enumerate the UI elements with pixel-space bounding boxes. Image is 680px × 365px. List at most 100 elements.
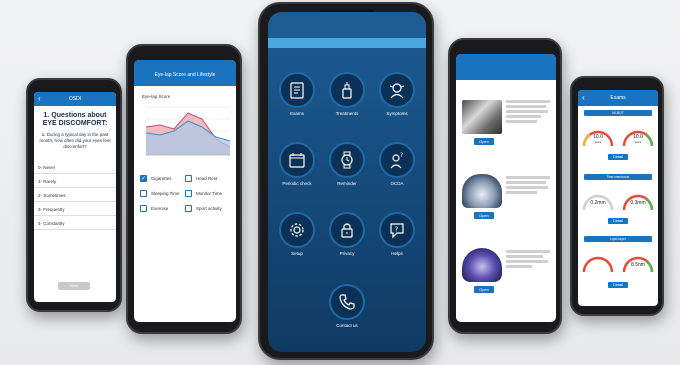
detail-button-label: Detail xyxy=(612,154,624,159)
tile-symptoms[interactable]: Symptoms xyxy=(370,72,424,116)
gauge-value: 10.0 secs xyxy=(586,134,610,144)
answer-option[interactable]: 3- Frequently xyxy=(34,202,116,216)
svg-text:?: ? xyxy=(395,226,399,234)
question-title: 1. Questions about EYE DISCOMFORT: xyxy=(42,112,108,127)
lifestyle-header: Eye-lap Score and Lifestyle xyxy=(134,60,236,86)
phone-lifestyle: Eye-lap Score and Lifestyle Eye-lap Scor… xyxy=(126,44,242,334)
next-button-label: Next xyxy=(69,283,79,288)
gauge-value: 0.3mm xyxy=(626,200,650,206)
calendar-icon xyxy=(289,153,305,168)
tile-periodic-check[interactable]: Periodic check xyxy=(270,142,324,186)
checkbox-sport-activity[interactable]: Sport activity xyxy=(185,201,230,216)
checkbox-exercise[interactable]: Exercise xyxy=(140,201,185,216)
svg-text:?: ? xyxy=(400,152,403,159)
open-button[interactable]: Open xyxy=(474,212,494,219)
tile-label: Exams xyxy=(290,111,304,116)
checkbox-head-rest[interactable]: Head Rest xyxy=(185,171,230,186)
tile-label: Reminder xyxy=(337,181,357,186)
detail-button[interactable]: Detail xyxy=(608,154,628,160)
treatments-circle xyxy=(329,72,365,108)
checkbox-label: Exercise xyxy=(151,206,169,211)
phone-exams: ‹ Exams NI-BUT 10.0 secs 10.0 secs Detai… xyxy=(570,76,664,316)
gauge-value: 8.5nm xyxy=(626,262,650,268)
watch-icon xyxy=(341,151,353,169)
answer-option[interactable]: 1- Rarely xyxy=(34,174,116,188)
lock-icon xyxy=(341,223,353,238)
open-button-label: Open xyxy=(479,213,489,218)
tile-privacy[interactable]: Privacy xyxy=(320,212,374,256)
checkbox-icon xyxy=(185,205,192,212)
tile-label: Periodic check xyxy=(282,181,312,186)
answer-option[interactable]: 0- Never xyxy=(34,160,116,174)
open-button[interactable]: Open xyxy=(474,138,494,145)
detail-button[interactable]: Detail xyxy=(608,218,628,224)
gauge-value: 10.0 secs xyxy=(626,134,650,144)
checkbox-monitor-time[interactable]: Monitor Time xyxy=(185,186,230,201)
tile-label: Helps xyxy=(391,251,403,256)
checkbox-icon xyxy=(140,190,147,197)
gauge-value-text: 0.2mm xyxy=(590,200,606,206)
gauge-unit: secs xyxy=(594,140,602,144)
tile-contact-us[interactable]: Contact us xyxy=(320,284,374,328)
gear-icon xyxy=(290,223,304,237)
section-header: Lipid layer xyxy=(584,236,652,242)
lifestyle-header-title: Eye-lap Score and Lifestyle xyxy=(154,72,216,78)
back-icon[interactable]: ‹ xyxy=(582,94,585,102)
tile-label: OCDA xyxy=(390,181,404,186)
answer-option[interactable]: 2- Sometimes xyxy=(34,188,116,202)
exams-circle xyxy=(279,72,315,108)
section-header: NI-BUT xyxy=(584,110,652,116)
next-button[interactable]: Next xyxy=(58,282,90,290)
tile-helps[interactable]: ? Helps xyxy=(370,212,424,256)
phone-icon xyxy=(339,294,355,310)
clipboard-icon xyxy=(290,82,304,99)
top-bar xyxy=(268,12,426,38)
section-header: Tear meniscus xyxy=(584,174,652,180)
tile-label: Privacy xyxy=(339,251,355,256)
question-text: a. During a typical day in the past mont… xyxy=(39,132,111,149)
gauge-chart xyxy=(582,194,654,211)
tile-reminder[interactable]: Reminder xyxy=(320,142,374,186)
phone-images: Open Open Open xyxy=(448,38,562,334)
symptoms-circle xyxy=(379,72,415,108)
checkbox-cigarettes[interactable]: ✓ Cigarettes xyxy=(140,171,185,186)
images-screen: Open Open Open xyxy=(456,54,556,322)
reminder-circle xyxy=(329,142,365,178)
questionnaire-header-title: OSDI xyxy=(68,96,82,102)
checkbox-icon xyxy=(185,190,192,197)
back-icon[interactable]: ‹ xyxy=(38,95,41,103)
phone-questionnaire: ‹ OSDI 1. Questions about EYE DISCOMFORT… xyxy=(26,78,122,312)
tile-treatments[interactable]: Treatments xyxy=(320,72,374,116)
tile-setup[interactable]: Setup xyxy=(270,212,324,256)
image-description xyxy=(506,250,550,268)
dropper-bottle-icon xyxy=(342,82,352,99)
checkbox-label: Sleeping Time xyxy=(151,191,180,196)
checkbox-label: Cigarettes xyxy=(151,176,172,181)
checkbox-label: Sport activity xyxy=(196,206,222,211)
image-description xyxy=(506,100,550,123)
gauge-chart xyxy=(582,256,654,273)
checkbox-checked-icon: ✓ xyxy=(140,175,147,182)
person-question-icon: ? xyxy=(390,152,403,169)
open-button-label: Open xyxy=(479,139,489,144)
checkbox-label: Monitor Time xyxy=(196,191,223,196)
topography-image-card xyxy=(462,248,502,282)
answer-option[interactable]: 4- Constantly xyxy=(34,216,116,230)
helps-circle: ? xyxy=(379,212,415,248)
checkbox-sleeping-time[interactable]: Sleeping Time xyxy=(140,186,185,201)
head-pain-icon xyxy=(389,83,405,99)
image-description xyxy=(506,176,550,194)
open-button[interactable]: Open xyxy=(474,286,494,293)
detail-button[interactable]: Detail xyxy=(608,282,628,288)
exams-header: ‹ Exams xyxy=(578,90,658,106)
tile-label: Contact us xyxy=(336,323,358,328)
periodic-check-circle xyxy=(279,142,315,178)
tile-exams[interactable]: Exams xyxy=(270,72,324,116)
tile-ocda[interactable]: ? OCDA xyxy=(370,142,424,186)
questionnaire-screen: ‹ OSDI 1. Questions about EYE DISCOMFORT… xyxy=(34,92,116,302)
meibography-image-card xyxy=(462,174,502,208)
main-menu-screen: Exams Treatments Symptoms Periodic check… xyxy=(268,12,426,352)
tile-label: Setup xyxy=(291,251,303,256)
exams-header-title: Exams xyxy=(610,95,626,101)
ocda-circle: ? xyxy=(379,142,415,178)
